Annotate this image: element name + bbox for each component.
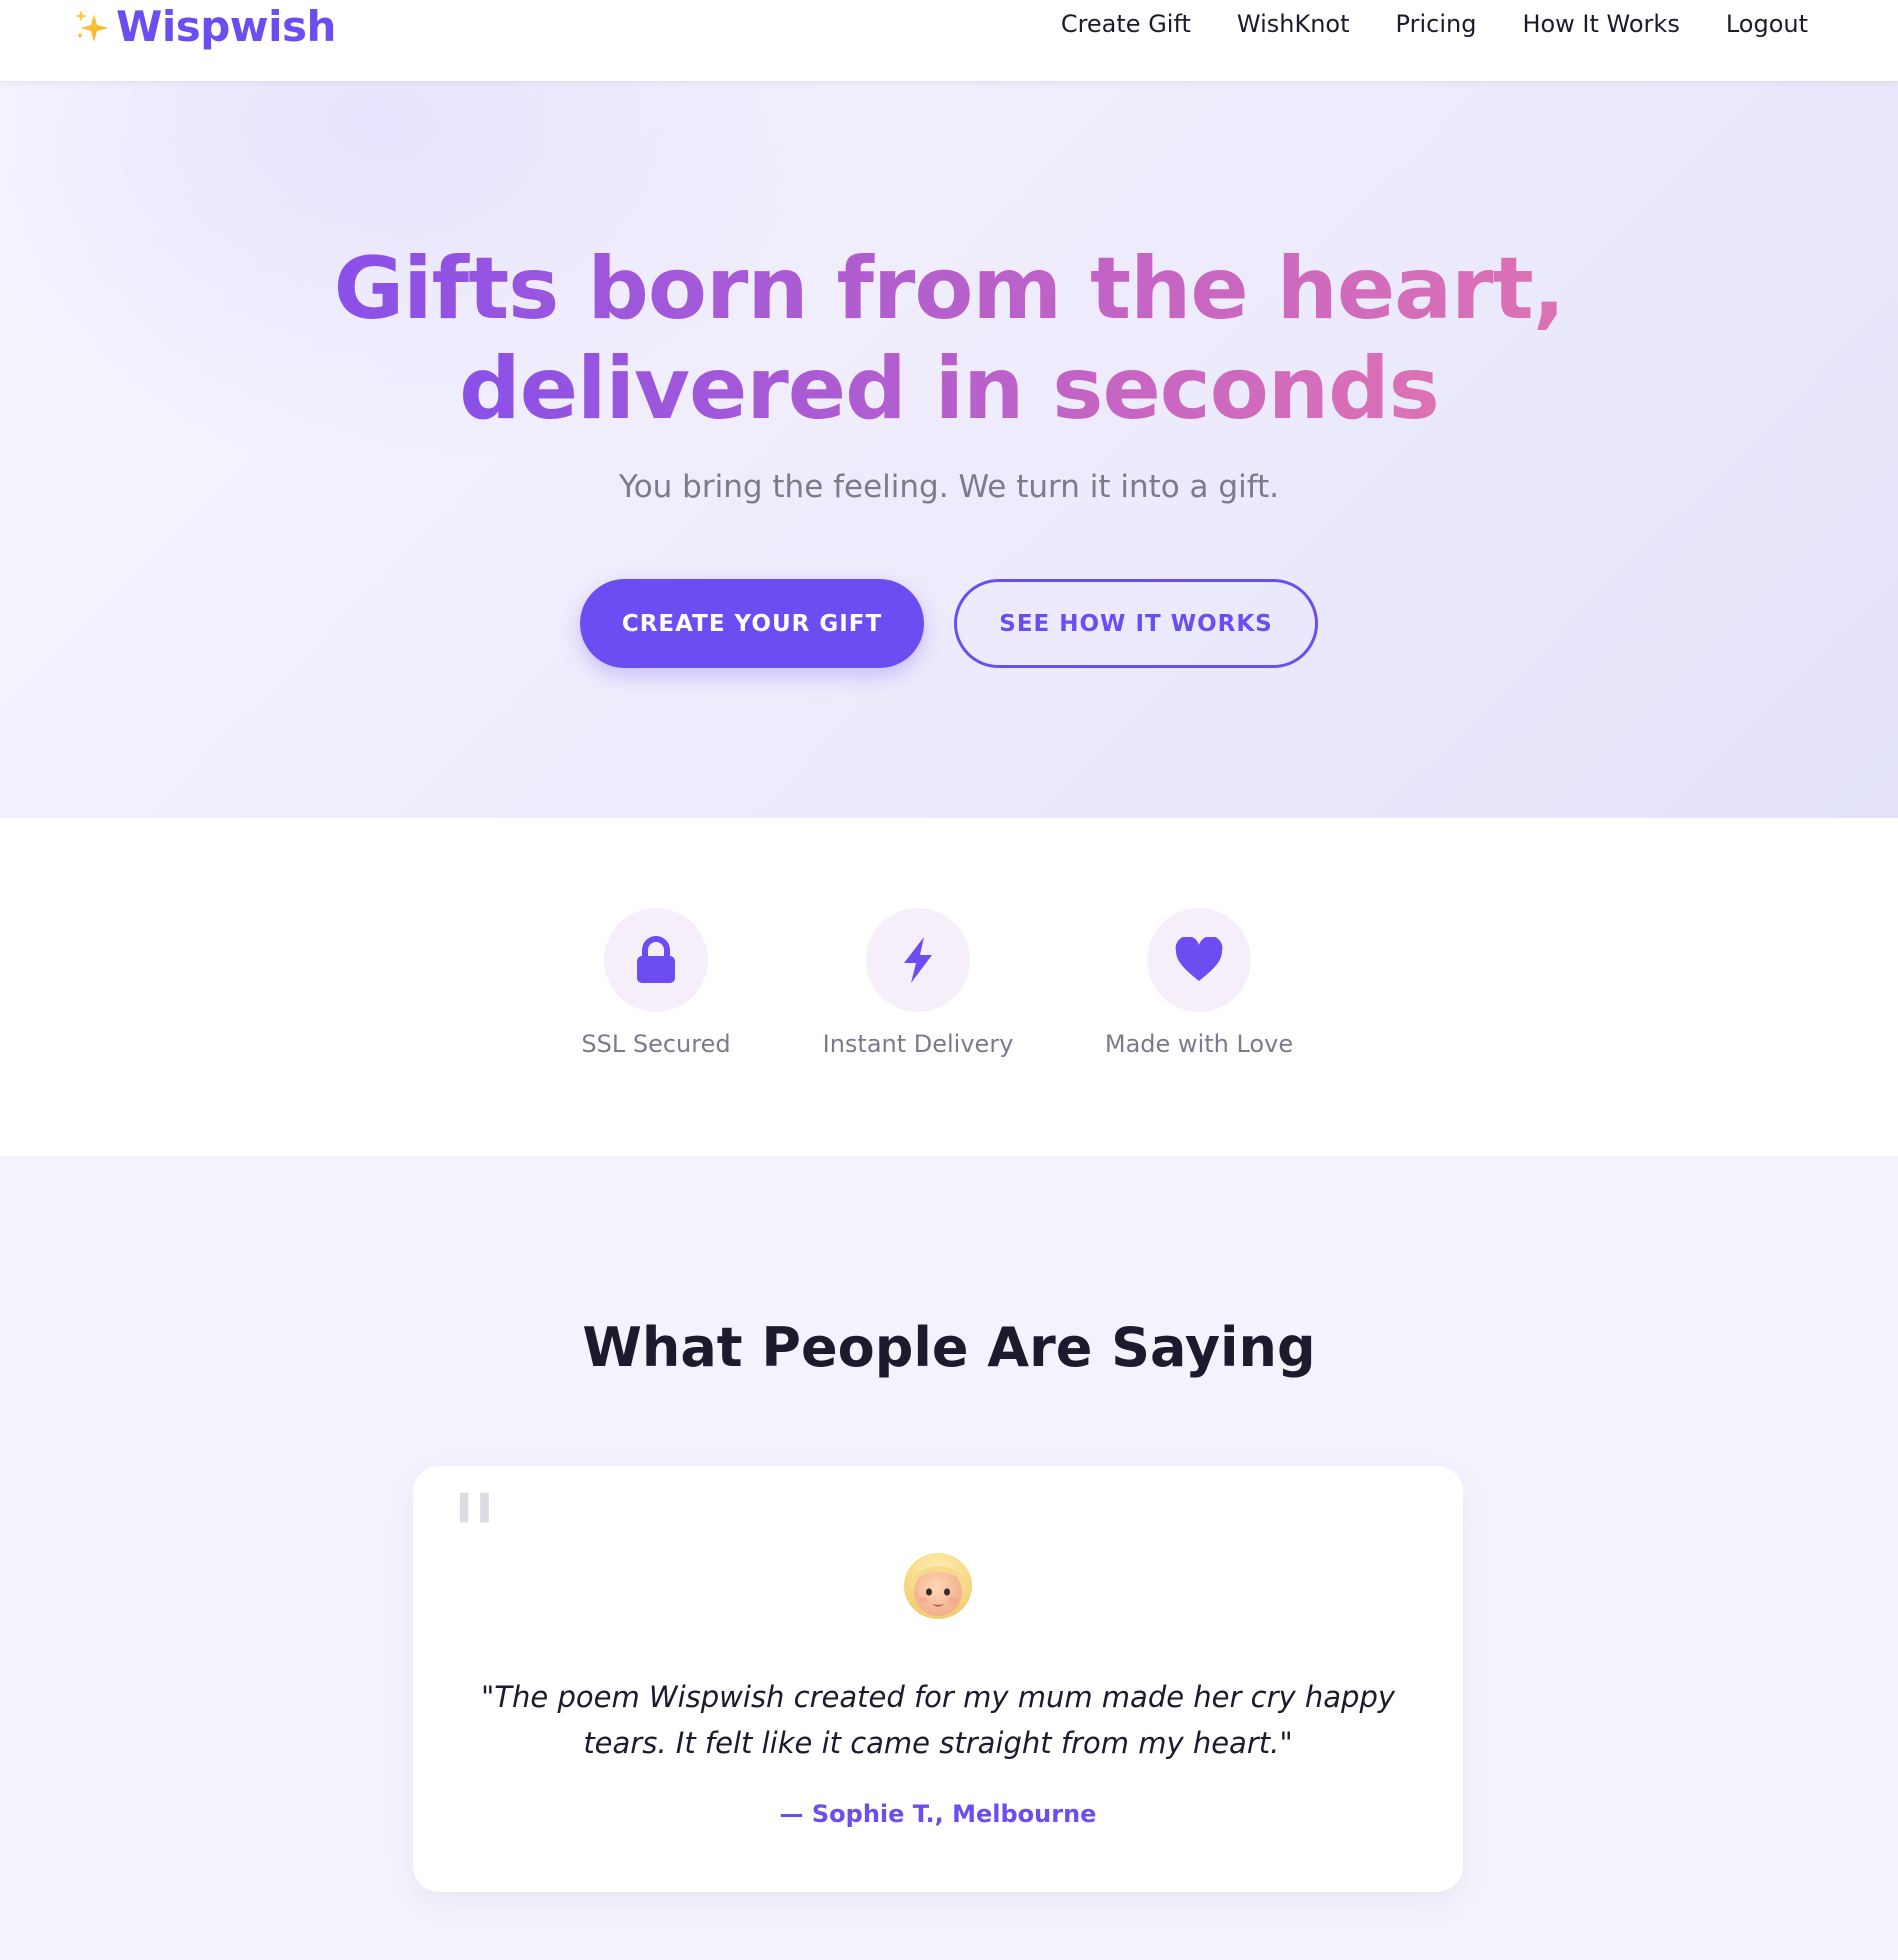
heart-icon [1175,937,1223,981]
lock-icon [637,936,675,983]
badge-circle [1147,908,1251,1012]
nav-how-it-works[interactable]: How It Works [1522,10,1679,38]
quote-mark-icon: " [449,1471,500,1599]
hero-title-line-2: delivered in seconds [459,339,1440,439]
hero-title: Gifts born from the heart, delivered in … [0,239,1898,439]
hero-section: Gifts born from the heart, delivered in … [0,81,1898,818]
badge-label: SSL Secured [581,1030,731,1058]
sparkles-icon [75,10,108,42]
see-how-it-works-button[interactable]: SEE HOW IT WORKS [954,579,1318,668]
badge-circle [604,908,708,1012]
hero-subtitle: You bring the feeling. We turn it into a… [618,469,1280,505]
trust-badges: SSL Secured Instant Delivery Made with L… [0,818,1898,1156]
testimonial-quote: "The poem Wispwish created for my mum ma… [480,1680,1396,1760]
badge-made-with-love: Made with Love [1089,908,1309,1058]
nav-pricing[interactable]: Pricing [1396,10,1477,38]
main-nav: Create Gift WishKnot Pricing How It Work… [1061,8,1808,40]
section-title: What People Are Saying [582,1316,1316,1379]
lightning-icon [904,937,932,983]
brand-name: Wispwish [116,1,336,51]
create-your-gift-button[interactable]: CREATE YOUR GIFT [580,579,924,668]
nav-logout[interactable]: Logout [1726,10,1808,38]
hero-cta-row: CREATE YOUR GIFT SEE HOW IT WORKS [0,579,1898,668]
badge-instant-delivery: Instant Delivery [808,908,1028,1058]
testimonial-author: — Sophie T., Melbourne [779,1800,1097,1828]
badge-label: Made with Love [1104,1030,1294,1058]
woman-avatar-icon [904,1553,972,1619]
site-header: Wispwish Create Gift WishKnot Pricing Ho… [0,0,1898,81]
badge-ssl-secured: SSL Secured [546,908,766,1058]
testimonial-card: " "The poem Wispwish created for my mum … [413,1466,1463,1892]
nav-wishknot[interactable]: WishKnot [1237,10,1350,38]
testimonials-section: What People Are Saying " "The poem Wispw… [0,1156,1898,1960]
badge-label: Instant Delivery [822,1030,1014,1058]
nav-create-gift[interactable]: Create Gift [1061,10,1191,38]
hero-title-line-1: Gifts born from the heart, [333,239,1566,339]
brand-logo[interactable]: Wispwish [72,1,336,51]
badge-circle [866,908,970,1012]
